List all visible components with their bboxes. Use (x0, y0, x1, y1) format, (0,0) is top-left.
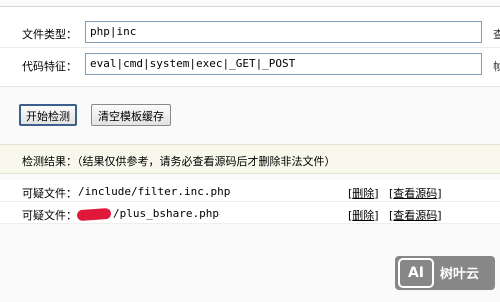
suspicious-file-label: 可疑文件： (22, 187, 77, 200)
code-feature-label: 代码特征： (22, 60, 77, 73)
redaction-mark (76, 207, 112, 222)
start-scan-button[interactable]: 开始检测 (19, 104, 77, 126)
file-type-label: 文件类型： (22, 28, 77, 41)
delete-link[interactable]: [删除] (348, 185, 379, 201)
delete-link[interactable]: [删除] (348, 207, 379, 223)
code-feature-input[interactable]: eval|cmd|system|exec|_GET|_POST (85, 53, 482, 75)
watermark-text: 树叶云 (440, 267, 480, 282)
delete-link-text[interactable]: 删除 (352, 209, 374, 222)
suspicious-file-label: 可疑文件： (22, 209, 77, 222)
results-header-text: 检测结果：（结果仅供参考，请务必查看源码后才删除非法文件） (22, 155, 336, 168)
delete-link-text[interactable]: 删除 (352, 187, 374, 200)
suspicious-file-path: /include/filter.inc.php (78, 185, 231, 198)
code-feature-edge-text: 帧 (493, 60, 500, 73)
view-source-link[interactable]: [查看源码] (389, 207, 442, 223)
view-source-link-text[interactable]: 查看源码 (393, 209, 437, 222)
view-source-link-text[interactable]: 查看源码 (393, 187, 437, 200)
file-type-input[interactable]: php|inc (85, 21, 482, 43)
file-type-edge-text: 查 (493, 28, 500, 41)
view-source-link[interactable]: [查看源码] (389, 185, 442, 201)
clear-template-cache-button[interactable]: 清空模板缓存 (91, 104, 171, 126)
form-row-divider (0, 47, 500, 48)
watermark-logo-icon: AI (398, 258, 434, 288)
suspicious-file-path: /plus_bshare.php (113, 207, 219, 220)
